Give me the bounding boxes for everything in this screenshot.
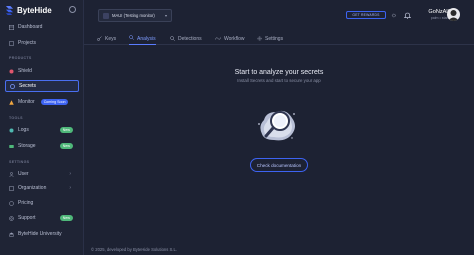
sidebar-item-label: Pricing	[18, 200, 34, 206]
new-badge: New	[59, 215, 73, 221]
sidebar-item-university[interactable]: ByteHide University	[5, 228, 79, 240]
brand[interactable]: ByteHide	[5, 4, 52, 16]
settings-section-label: SETTINGS	[9, 160, 30, 164]
sidebar-item-label: Logs	[18, 127, 29, 133]
shield-icon	[9, 69, 14, 74]
sidebar-item-organization[interactable]: Organization ›	[5, 182, 79, 194]
sidebar-item-label: Secrets	[19, 83, 36, 89]
tab-label: Settings	[265, 36, 284, 42]
tab-label: Detections	[178, 36, 202, 42]
workflow-icon	[215, 36, 221, 43]
sidebar-item-secrets[interactable]: Secrets	[5, 80, 79, 92]
sidebar-item-dashboard[interactable]: Dashboard	[5, 21, 79, 33]
sidebar-item-label: Organization	[18, 185, 47, 191]
bytehide-logo-icon	[5, 5, 14, 15]
support-icon	[9, 215, 14, 221]
monitor-icon	[9, 99, 14, 105]
collapse-sidebar-button[interactable]	[69, 6, 76, 13]
app-selector[interactable]: MAUI (Testing monitor) ▾	[98, 9, 172, 22]
brand-name: ByteHide	[17, 5, 52, 15]
tab-label: Analysis	[137, 35, 156, 42]
gear-icon	[257, 35, 262, 43]
sidebar-item-monitor[interactable]: Monitor Coming Soon	[5, 96, 79, 108]
chevron-down-icon: ▾	[164, 13, 167, 18]
pricing-icon	[9, 200, 14, 206]
detections-icon	[170, 35, 175, 43]
footer-copyright: © 2025, developed by ByteHide Solutions …	[91, 247, 177, 252]
tab-workflow[interactable]: Workflow	[215, 33, 244, 45]
new-badge: New	[59, 143, 73, 149]
tab-keys[interactable]: Keys	[97, 33, 116, 45]
tools-section-label: TOOLS	[9, 116, 23, 120]
sidebar-item-label: User	[18, 171, 29, 177]
chevron-right-icon: ›	[69, 171, 71, 177]
sidebar-item-label: Support	[18, 215, 36, 221]
search-icon	[129, 35, 134, 42]
theme-toggle-icon[interactable]: ☼	[390, 11, 398, 19]
sidebar-item-pricing[interactable]: Pricing	[5, 197, 79, 209]
coming-soon-badge: Coming Soon	[40, 99, 69, 105]
empty-state-title: Start to analyze your secrets	[234, 69, 324, 76]
sidebar-item-label: Monitor	[18, 99, 35, 105]
get-rewards-button[interactable]: GET REWARDS	[346, 11, 386, 19]
sidebar-item-logs[interactable]: Logs New	[5, 124, 79, 136]
sidebar-item-storage[interactable]: Storage New	[5, 140, 79, 152]
magnifier-illustration-icon	[258, 110, 295, 141]
avatar[interactable]	[447, 8, 460, 21]
storage-icon	[9, 144, 14, 149]
app-icon	[103, 12, 109, 19]
folder-icon	[9, 41, 14, 46]
topbar: MAUI (Testing monitor) ▾ GET REWARDS ☼ G…	[84, 0, 474, 30]
user-icon	[9, 171, 14, 177]
new-badge: New	[59, 127, 73, 133]
sidebar-item-projects[interactable]: Projects	[5, 37, 79, 49]
app-selector-label: MAUI (Testing monitor)	[112, 13, 155, 18]
check-documentation-button[interactable]: Check documentation	[250, 158, 308, 172]
sidebar-item-user[interactable]: User ›	[5, 168, 79, 180]
bell-icon[interactable]	[403, 11, 411, 19]
tab-label: Keys	[105, 36, 117, 42]
organization-icon	[9, 185, 14, 191]
secrets-icon	[10, 83, 15, 89]
tab-analysis[interactable]: Analysis	[129, 33, 156, 45]
tab-bar: Keys Analysis Detections Workflow Settin…	[84, 33, 474, 45]
sidebar-item-label: Dashboard	[18, 24, 43, 30]
key-icon	[97, 35, 102, 43]
sidebar-item-shield[interactable]: Shield	[5, 65, 79, 77]
dashboard-icon	[9, 24, 14, 30]
sidebar-item-label: ByteHide University	[18, 231, 62, 237]
tab-settings[interactable]: Settings	[257, 33, 283, 45]
sidebar-item-label: Shield	[18, 68, 32, 74]
empty-state-subtitle: Install Secrets and start to secure your…	[237, 78, 321, 83]
tab-detections[interactable]: Detections	[170, 33, 202, 45]
sidebar: ByteHide Dashboard Projects PRODUCTS Shi…	[0, 0, 84, 255]
tab-label: Workflow	[224, 36, 245, 42]
sidebar-item-label: Storage	[18, 143, 36, 149]
chevron-right-icon: ›	[69, 185, 71, 191]
logs-icon	[9, 128, 14, 133]
sidebar-item-label: Projects	[18, 40, 37, 46]
products-section-label: PRODUCTS	[9, 56, 32, 60]
sidebar-item-support[interactable]: Support New	[5, 212, 79, 224]
university-icon	[9, 232, 14, 237]
